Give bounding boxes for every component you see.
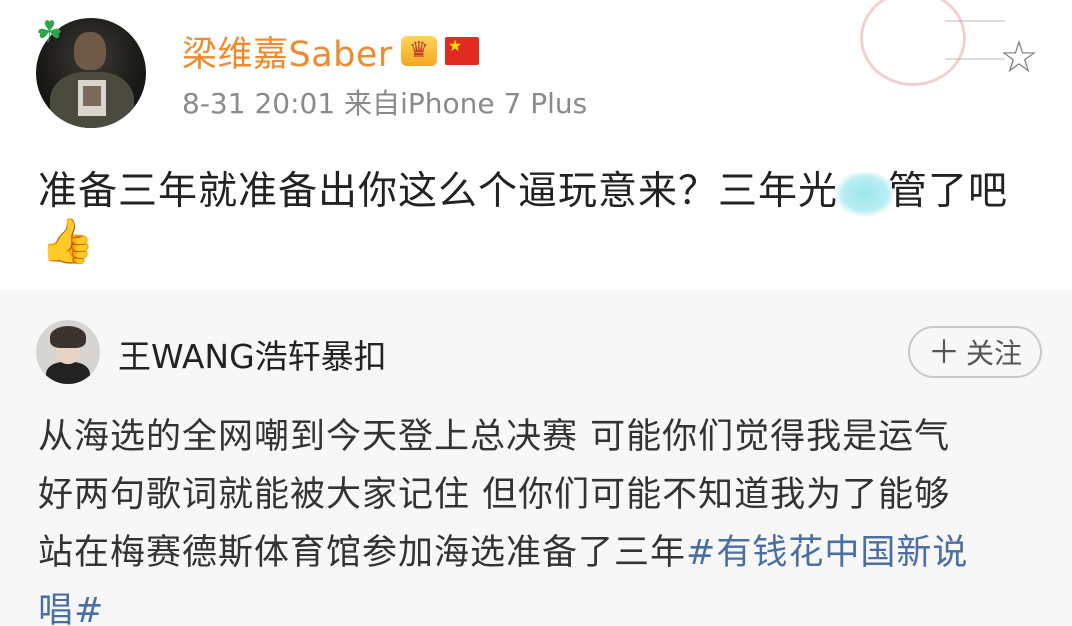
repost-text-line: 从海选的全网嘲到今天登上总决赛 可能你们觉得我是运气	[38, 417, 951, 457]
plus-icon: ＋	[927, 333, 960, 371]
hashtag-link-end[interactable]: 唱#	[38, 591, 104, 626]
device-name: iPhone 7 Plus	[400, 87, 588, 120]
star-outline-icon[interactable]: ☆	[995, 36, 1043, 80]
post-text-part1: 准备三年就准备出你这么个逼玩意来？三年光	[38, 169, 839, 214]
user-avatar[interactable]: ☘	[36, 18, 146, 128]
repost-username[interactable]: 王WANG浩轩暴扣	[118, 330, 387, 378]
reposted-post[interactable]: 王WANG浩轩暴扣 ＋ 关注 从海选的全网嘲到今天登上总决赛 可能你们觉得我是运…	[0, 290, 1072, 626]
repost-text-line: 唱#	[38, 582, 1048, 626]
repost-user-avatar[interactable]	[36, 320, 100, 384]
crown-badge-icon[interactable]: ♛	[400, 36, 437, 66]
repost-text-line: 好两句歌词就能被大家记住 但你们可能不知道我为了能够	[38, 475, 951, 515]
post-timestamp: 8-31 20:01	[182, 87, 336, 120]
username[interactable]: 梁维嘉Saber	[182, 26, 393, 77]
username-row: 梁维嘉Saber ♛ ★	[182, 26, 479, 76]
post-meta: 8-31 20:01 来自iPhone 7 Plus	[182, 82, 587, 122]
post-text-part2: 管了吧	[888, 169, 1009, 214]
follow-label: 关注	[966, 337, 1023, 370]
censor-blur	[836, 171, 895, 216]
follow-button[interactable]: ＋ 关注	[908, 326, 1042, 378]
clover-icon: ☘	[36, 15, 63, 50]
thumbs-up-icon: 👍	[40, 216, 95, 267]
repost-text: 从海选的全网嘲到今天登上总决赛 可能你们觉得我是运气 好两句歌词就能被大家记住 …	[38, 408, 1048, 626]
original-post: ☘ 梁维嘉Saber ♛ ★ 8-31 20:01 来自iPhone 7 Plu…	[0, 0, 1072, 290]
post-text: 准备三年就准备出你这么个逼玩意来？三年光 管了吧	[38, 160, 1008, 216]
repost-text-line-3: 站在梅赛德斯体育馆参加海选准备了三年	[38, 533, 687, 573]
repost-text-line: 站在梅赛德斯体育馆参加海选准备了三年#有钱花中国新说	[38, 524, 1048, 582]
weibo-post-screenshot: ☘ 梁维嘉Saber ♛ ★ 8-31 20:01 来自iPhone 7 Plu…	[0, 0, 1072, 626]
source-prefix: 来自	[344, 87, 401, 120]
hashtag-link[interactable]: #有钱花中国新说	[686, 533, 968, 573]
china-flag-icon: ★	[444, 37, 479, 65]
